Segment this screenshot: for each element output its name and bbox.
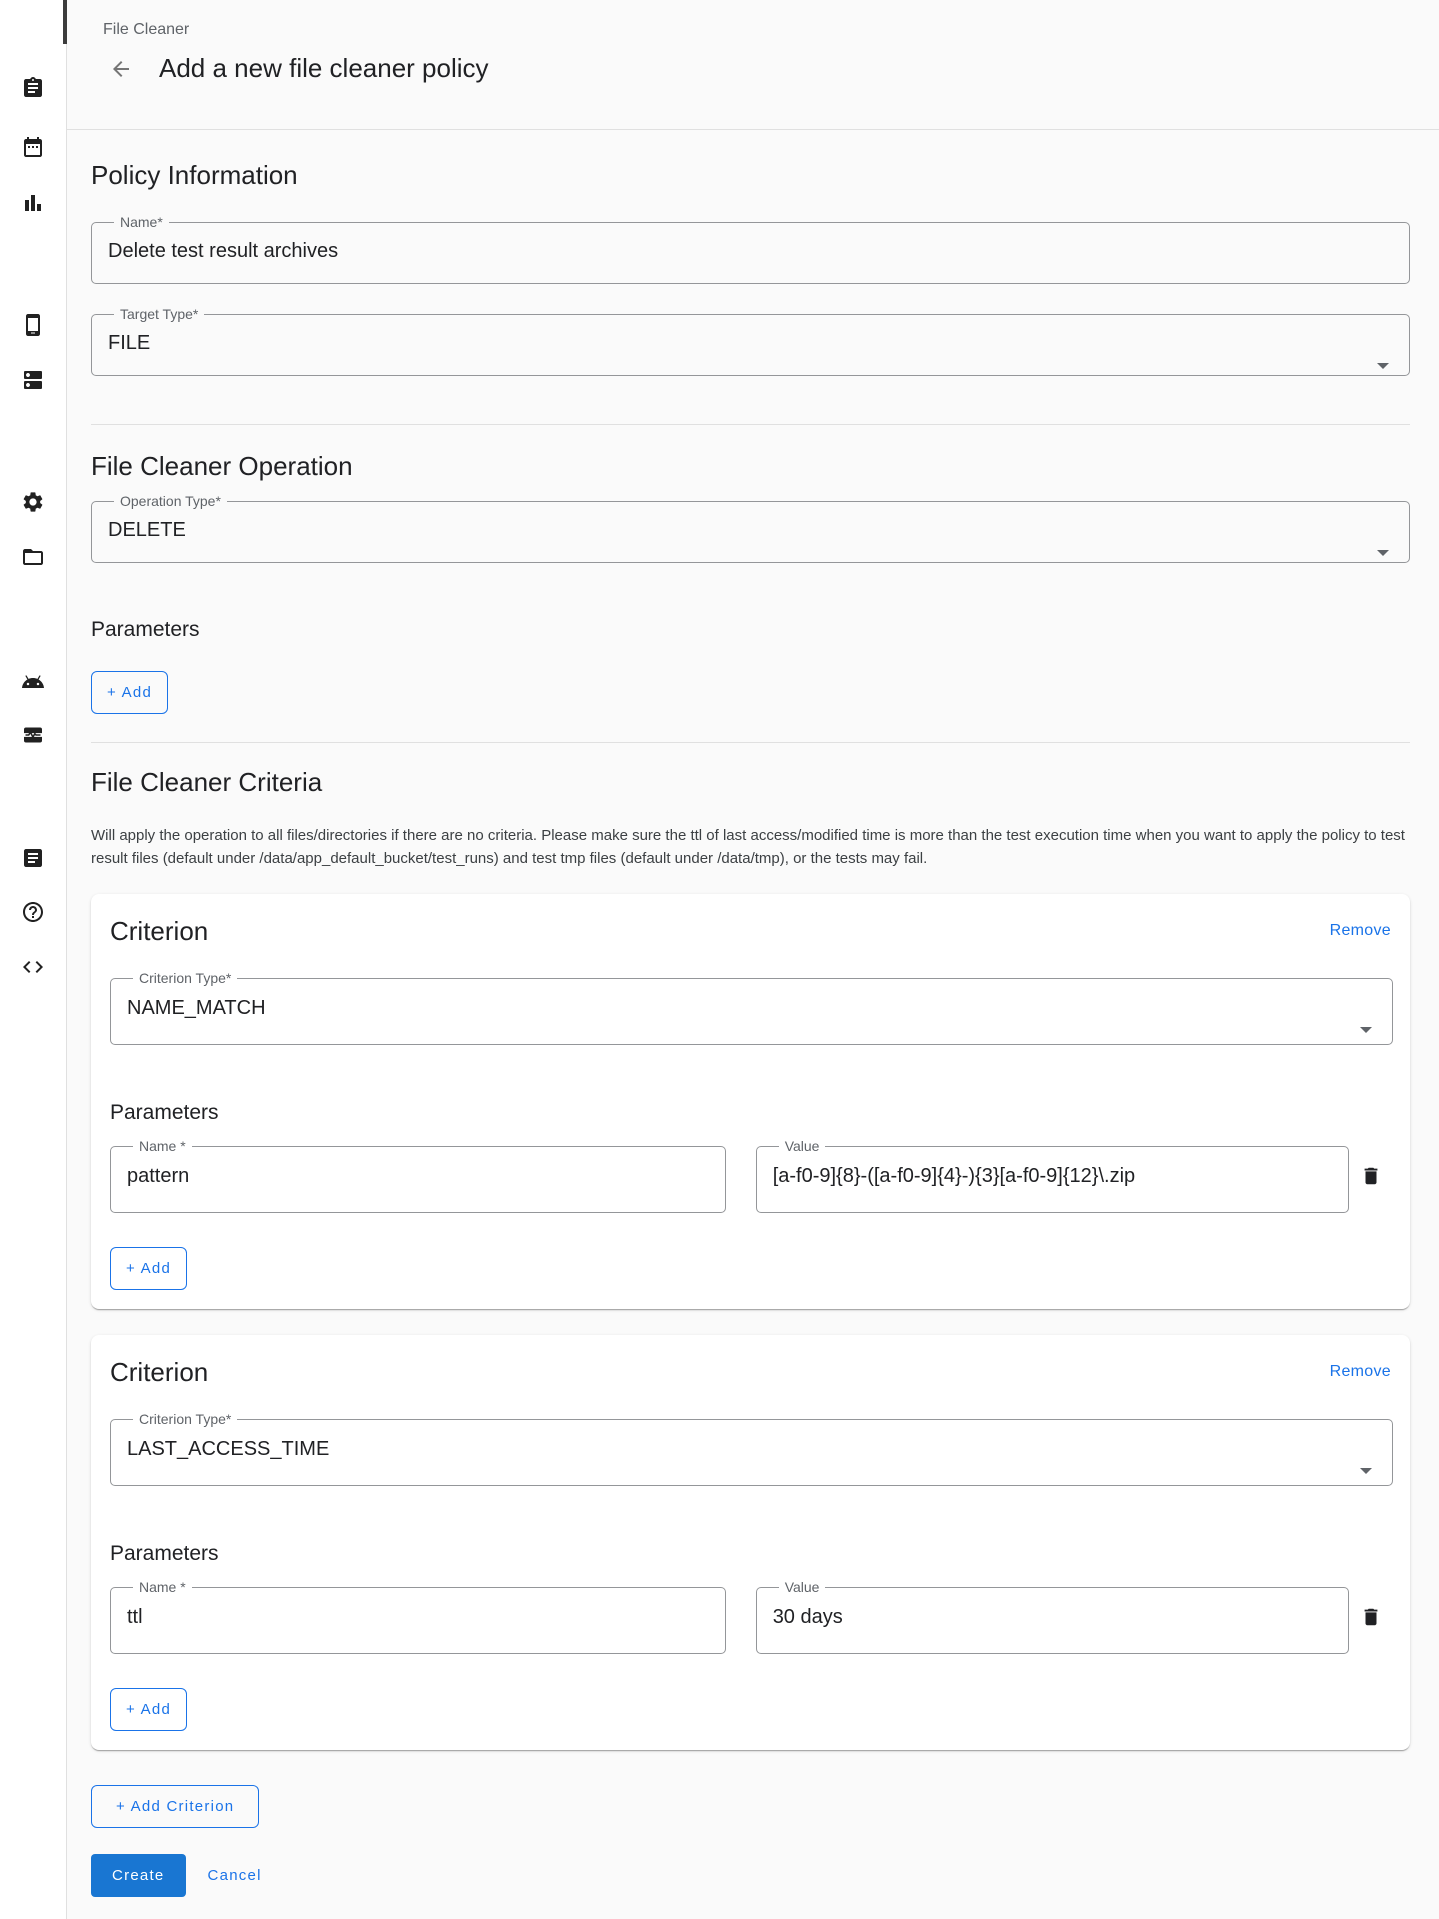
criteria-description: Will apply the operation to all files/di… <box>91 824 1410 870</box>
policy-name-value: Delete test result archives <box>108 231 1393 283</box>
add-operation-parameter-button[interactable]: + Add <box>91 671 168 714</box>
remove-criterion-link[interactable]: Remove <box>1330 1357 1393 1381</box>
page-header: File Cleaner Add a new file cleaner poli… <box>67 0 1439 130</box>
criterion-card-header: Criterion Remove <box>110 916 1393 946</box>
criterion-type-label: Criterion Type* <box>133 970 237 987</box>
form-actions: Create Cancel <box>91 1854 1410 1897</box>
criterion-parameters-heading: Parameters <box>110 1542 1393 1566</box>
android-icon <box>21 670 45 694</box>
storage-icon <box>21 368 45 392</box>
main-area: File Cleaner Add a new file cleaner poli… <box>67 0 1439 1919</box>
sidebar-item-monitoring[interactable] <box>21 723 45 747</box>
criterion-type-value: LAST_ACCESS_TIME <box>127 1428 1376 1485</box>
criterion-type-select[interactable]: Criterion Type* LAST_ACCESS_TIME <box>110 1411 1393 1486</box>
smartphone-icon <box>21 313 45 337</box>
title-row: Add a new file cleaner policy <box>103 53 1439 84</box>
code-icon <box>21 955 45 979</box>
add-criterion-parameter-button[interactable]: + Add <box>110 1247 187 1290</box>
criterion-type-label: Criterion Type* <box>133 1411 237 1428</box>
remove-criterion-link[interactable]: Remove <box>1330 916 1393 940</box>
param-name-label: Name * <box>133 1138 192 1155</box>
sidebar-item-tests[interactable] <box>21 76 45 100</box>
dropdown-arrow-icon <box>1360 1027 1372 1033</box>
criterion-parameters-heading: Parameters <box>110 1101 1393 1125</box>
form-content: Policy Information Name* Delete test res… <box>67 130 1439 1909</box>
sidebar-item-files[interactable] <box>21 545 45 569</box>
breadcrumb: File Cleaner <box>103 20 1439 39</box>
criterion-heading: Criterion <box>110 1357 208 1387</box>
sidebar-item-settings[interactable] <box>21 490 45 514</box>
sidebar <box>0 0 67 1919</box>
policy-name-label: Name* <box>114 214 169 231</box>
target-type-label: Target Type* <box>114 306 204 323</box>
sidebar-item-plans[interactable] <box>21 135 45 159</box>
param-name-field[interactable]: Name * pattern <box>110 1138 726 1213</box>
criterion-heading: Criterion <box>110 916 208 946</box>
param-name-value: pattern <box>127 1155 709 1212</box>
operation-type-label: Operation Type* <box>114 493 227 510</box>
target-type-select[interactable]: Target Type* FILE <box>91 306 1410 376</box>
add-criterion-button[interactable]: + Add Criterion <box>91 1785 259 1828</box>
criterion-card-header: Criterion Remove <box>110 1357 1393 1387</box>
criterion-type-value: NAME_MATCH <box>127 987 1376 1044</box>
section-divider <box>91 424 1410 425</box>
sidebar-item-android[interactable] <box>21 670 45 694</box>
page-title: Add a new file cleaner policy <box>159 53 489 84</box>
dropdown-arrow-icon <box>1360 1468 1372 1474</box>
delete-parameter-button[interactable] <box>1349 1595 1393 1639</box>
criterion-type-select[interactable]: Criterion Type* NAME_MATCH <box>110 970 1393 1045</box>
target-type-value: FILE <box>108 323 1393 375</box>
policy-information-heading: Policy Information <box>91 160 1410 190</box>
operation-heading: File Cleaner Operation <box>91 451 1410 481</box>
sidebar-item-help[interactable] <box>21 900 45 924</box>
arrow-back-icon <box>109 57 133 81</box>
create-button[interactable]: Create <box>91 1854 186 1897</box>
back-button[interactable] <box>109 57 133 81</box>
param-value-label: Value <box>779 1579 826 1596</box>
settings-icon <box>21 490 45 514</box>
param-name-value: ttl <box>127 1596 709 1653</box>
add-criterion-parameter-button[interactable]: + Add <box>110 1688 187 1731</box>
param-value-value: [a-f0-9]{8}-([a-f0-9]{4}-){3}[a-f0-9]{12… <box>773 1155 1332 1212</box>
operation-type-value: DELETE <box>108 510 1393 562</box>
folder-icon <box>21 545 45 569</box>
sidebar-item-devices[interactable] <box>21 313 45 337</box>
dropdown-arrow-icon <box>1377 363 1389 369</box>
param-value-field[interactable]: Value [a-f0-9]{8}-([a-f0-9]{4}-){3}[a-f0… <box>756 1138 1349 1213</box>
calendar-icon <box>21 135 45 159</box>
sidebar-item-code[interactable] <box>21 955 45 979</box>
article-icon <box>21 846 45 870</box>
operation-type-select[interactable]: Operation Type* DELETE <box>91 493 1410 563</box>
cancel-button[interactable]: Cancel <box>192 1854 278 1897</box>
delete-parameter-button[interactable] <box>1349 1154 1393 1198</box>
param-value-field[interactable]: Value 30 days <box>756 1579 1349 1654</box>
parameter-row: Name * pattern Value [a-f0-9]{8}-([a-f0-… <box>110 1138 1393 1213</box>
dropdown-arrow-icon <box>1377 550 1389 556</box>
sidebar-item-hosts[interactable] <box>21 368 45 392</box>
sidebar-item-docs[interactable] <box>21 846 45 870</box>
param-name-field[interactable]: Name * ttl <box>110 1579 726 1654</box>
parameter-row: Name * ttl Value 30 days <box>110 1579 1393 1654</box>
bar-chart-icon <box>21 191 45 215</box>
trash-icon <box>1360 1606 1382 1628</box>
criterion-card: Criterion Remove Criterion Type* LAST_AC… <box>91 1335 1410 1750</box>
param-value-value: 30 days <box>773 1596 1332 1653</box>
param-name-label: Name * <box>133 1579 192 1596</box>
help-icon <box>21 900 45 924</box>
scrollbar-thumb[interactable] <box>63 0 67 44</box>
clipboard-icon <box>21 76 45 100</box>
criteria-heading: File Cleaner Criteria <box>91 767 1410 797</box>
param-value-label: Value <box>779 1138 826 1155</box>
trash-icon <box>1360 1165 1382 1187</box>
section-divider <box>91 742 1410 743</box>
app-root: File Cleaner Add a new file cleaner poli… <box>0 0 1439 1919</box>
criterion-card: Criterion Remove Criterion Type* NAME_MA… <box>91 894 1410 1309</box>
policy-name-field[interactable]: Name* Delete test result archives <box>91 214 1410 284</box>
operation-parameters-heading: Parameters <box>91 618 1410 642</box>
sidebar-item-results[interactable] <box>21 191 45 215</box>
monitoring-icon <box>21 723 45 747</box>
